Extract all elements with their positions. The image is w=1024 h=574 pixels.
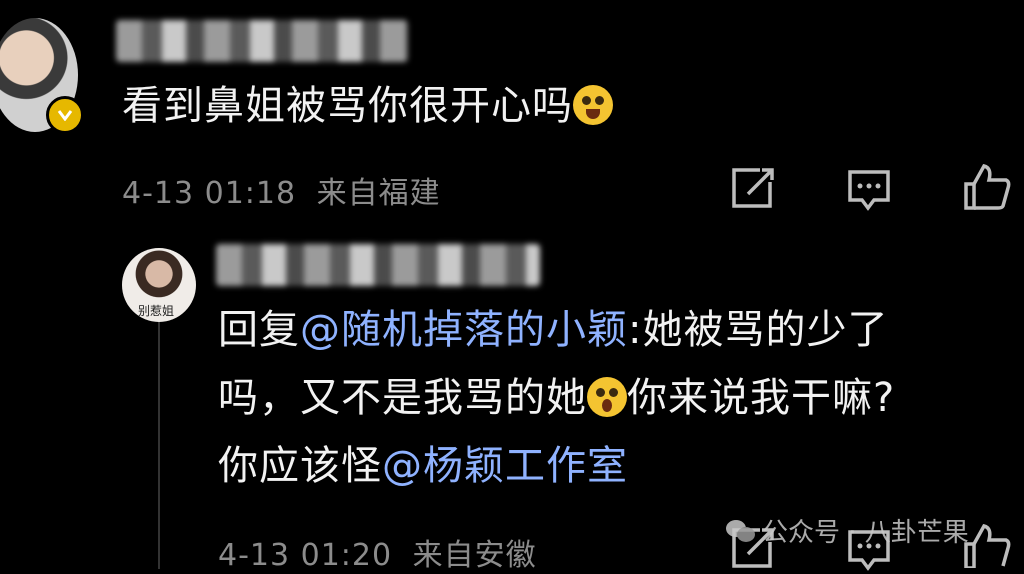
thread-line [158, 322, 160, 569]
wechat-logo-icon [726, 518, 756, 544]
reply-line-3: 你应该怪@杨颖工作室 [218, 443, 628, 489]
like-thumb-icon[interactable] [962, 162, 1012, 212]
laughing-emoji-icon [573, 85, 613, 125]
comment-icon[interactable] [846, 168, 892, 212]
mention-link[interactable]: @杨颖工作室 [382, 443, 628, 489]
reply-text: 回复@随机掉落的小颖:她被骂的少了 吗，又不是我骂的她 你来说我干嘛? 你应该怪@… [218, 306, 998, 510]
commenter-username-blurred [116, 20, 408, 62]
like-thumb-icon[interactable] [962, 522, 1012, 568]
comment-text: 看到鼻姐被骂你很开心吗 [122, 82, 613, 130]
watermark: 公众号 · 八卦芒果 [726, 512, 969, 549]
shocked-emoji-icon [587, 377, 627, 417]
watermark-label: 公众号 · 八卦芒果 [762, 518, 969, 548]
reply-line-2: 吗，又不是我骂的她 你来说我干嘛? [218, 375, 896, 421]
replier-avatar-label: 别惹姐 [138, 304, 175, 318]
comment-location: 来自福建 [316, 176, 441, 211]
share-icon[interactable] [730, 166, 776, 210]
mention-link[interactable]: @随机掉落的小颖 [300, 307, 628, 353]
comment-time: 4-13 01:18 [122, 176, 297, 211]
verified-badge-icon [46, 96, 84, 134]
reply-meta: 4-13 01:20 来自安徽 [218, 530, 537, 574]
comment-meta: 4-13 01:18 来自福建 [122, 168, 441, 212]
reply-location: 来自安徽 [412, 538, 537, 573]
replier-avatar[interactable]: 别惹姐 [122, 248, 196, 322]
replier-username-blurred [216, 244, 540, 286]
reply-time: 4-13 01:20 [218, 538, 393, 573]
reply-line-1: 回复@随机掉落的小颖:她被骂的少了 [218, 307, 889, 353]
